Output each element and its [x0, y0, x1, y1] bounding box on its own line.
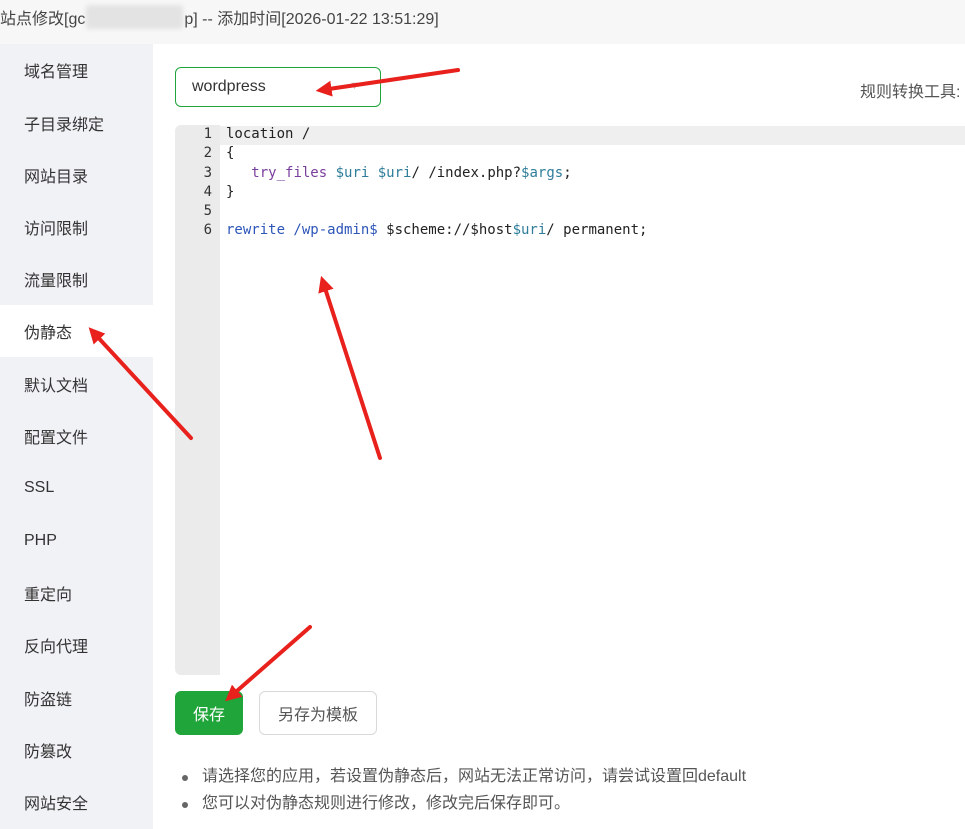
sidebar-item-access-limit[interactable]: 访问限制	[0, 201, 153, 253]
sidebar-item-hotlink[interactable]: 防盗链	[0, 672, 153, 724]
chevron-down-icon: ▼	[349, 80, 360, 92]
code-line: try_files $uri $uri/ /index.php?$args;	[251, 165, 572, 181]
rewrite-code-editor[interactable]: 1 2 3 4 5 6 location / { try_files $uri …	[175, 125, 965, 675]
sidebar-item-tamper-proof[interactable]: 防篡改	[0, 724, 153, 776]
title-suffix: p] -- 添加时间[2026-01-22 13:51:29]	[184, 11, 439, 28]
tips-list: 请选择您的应用，若设置伪静态后，网站无法正常访问，请尝试设置回default 您…	[182, 766, 746, 820]
line-number: 4	[203, 184, 212, 200]
window-title: 站点修改[gc p] -- 添加时间[2026-01-22 13:51:29]	[0, 0, 965, 44]
sidebar-item-redirect[interactable]: 重定向	[0, 567, 153, 619]
title-prefix: 站点修改[gc	[0, 11, 86, 28]
code-line: location /	[226, 126, 311, 142]
sidebar-item-label: 防盗链	[24, 692, 73, 709]
save-as-template-button[interactable]: 另存为模板	[259, 691, 377, 735]
sidebar-item-label: 子目录绑定	[24, 117, 105, 134]
sidebar-item-label: 网站安全	[24, 796, 89, 813]
sidebar-item-reverse-proxy[interactable]: 反向代理	[0, 619, 153, 671]
code-line: rewrite /wp-admin$ $scheme://$host$uri/ …	[226, 222, 648, 238]
tip-item: 请选择您的应用，若设置伪静态后，网站无法正常访问，请尝试设置回default	[182, 766, 746, 793]
tip-item: 您可以对伪静态规则进行修改，修改完后保存即可。	[182, 793, 746, 820]
sidebar-item-config[interactable]: 配置文件	[0, 410, 153, 462]
sidebar-item-site-dir[interactable]: 网站目录	[0, 149, 153, 201]
rule-convert-tool-label[interactable]: 规则转换工具:	[860, 78, 960, 102]
code-line: {	[226, 145, 235, 161]
line-number: 6	[203, 222, 212, 238]
sidebar-item-label: 访问限制	[24, 221, 89, 238]
sidebar-item-default-doc[interactable]: 默认文档	[0, 358, 153, 410]
sidebar-item-label: 重定向	[24, 587, 73, 604]
active-line-highlight	[220, 126, 965, 145]
sidebar-item-label: SSL	[24, 479, 55, 496]
sidebar-item-rewrite[interactable]: 伪静态	[0, 305, 153, 357]
sidebar-item-subdir[interactable]: 子目录绑定	[0, 97, 153, 149]
save-button[interactable]: 保存	[175, 691, 243, 735]
line-number: 3	[203, 165, 212, 181]
code-line: }	[226, 184, 235, 200]
line-number-gutter: 1 2 3 4 5 6	[175, 125, 220, 675]
sidebar-item-label: 流量限制	[24, 273, 89, 290]
sidebar-item-site-security[interactable]: 网站安全	[0, 776, 153, 828]
redacted-domain	[86, 5, 184, 29]
sidebar-item-domain[interactable]: 域名管理	[0, 44, 153, 96]
sidebar-item-label: 网站目录	[24, 169, 89, 186]
sidebar-item-label: 反向代理	[24, 639, 89, 656]
line-number: 2	[203, 145, 212, 161]
sidebar-item-php[interactable]: PHP	[0, 515, 153, 567]
sidebar: 域名管理 子目录绑定 网站目录 访问限制 流量限制 伪静态 默认文档 配置文件 …	[0, 44, 153, 829]
sidebar-item-traffic-limit[interactable]: 流量限制	[0, 253, 153, 305]
select-value: wordpress	[192, 78, 266, 95]
sidebar-item-label: PHP	[24, 532, 57, 549]
sidebar-item-label: 默认文档	[24, 378, 89, 395]
line-number: 5	[203, 203, 212, 219]
rewrite-template-select[interactable]: wordpress ▼	[175, 67, 381, 107]
sidebar-item-label: 伪静态	[24, 325, 73, 342]
sidebar-item-label: 防篡改	[24, 744, 73, 761]
sidebar-item-label: 配置文件	[24, 430, 89, 447]
sidebar-item-ssl[interactable]: SSL	[0, 462, 153, 514]
sidebar-item-label: 域名管理	[24, 64, 89, 81]
line-number: 1	[203, 126, 212, 142]
